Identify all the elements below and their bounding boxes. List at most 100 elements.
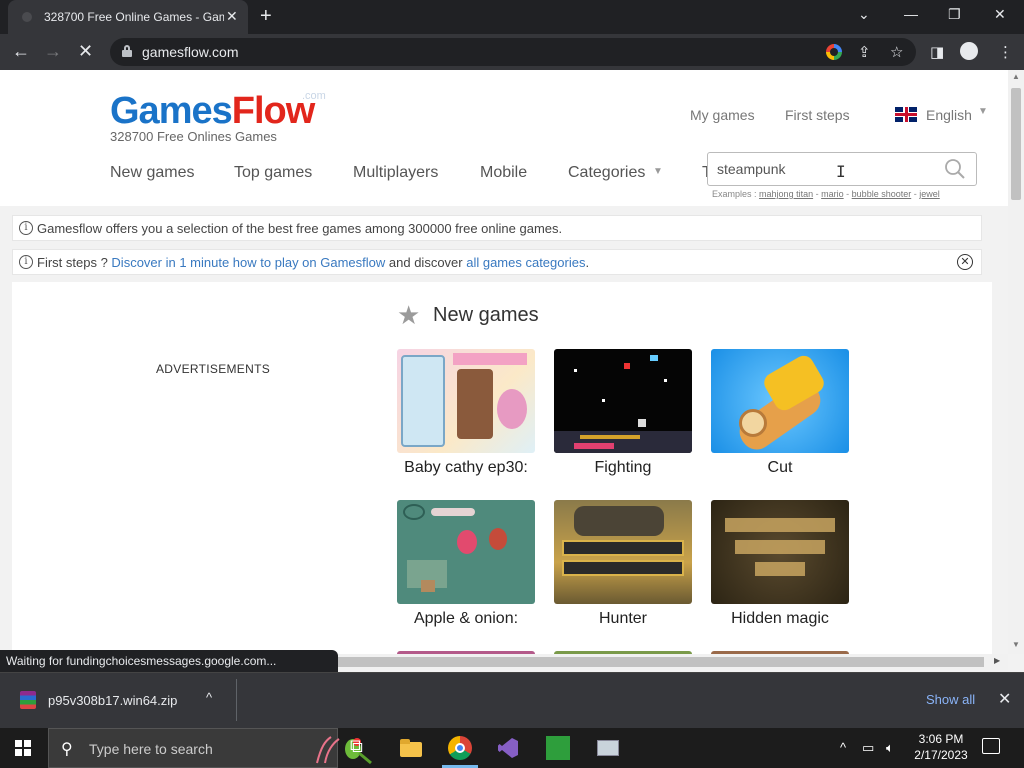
notice-text: First steps ? Discover in 1 minute how t… [37,255,590,270]
tab-search-icon[interactable]: ⌄ [858,6,870,23]
side-panel-icon[interactable]: ◨ [930,43,944,61]
language-selector[interactable]: English [926,107,972,123]
page-viewport: GamesFlow .com 328700 Free Onlines Games… [0,70,1008,654]
new-games-panel: ★ New games ADVERTISEMENTS Baby cathy ep… [12,282,992,654]
file-explorer-icon[interactable] [399,736,423,760]
scrollbar-thumb[interactable] [1011,88,1021,200]
game-card[interactable]: Apple & onion: [397,500,535,628]
game-title[interactable]: Hidden magic [711,610,849,628]
profile-avatar[interactable] [960,42,978,60]
windows-taskbar: ⚲ Type here to search ⧉ ^ ▭ 🔈︎ 3:06 PM 2… [0,728,1024,768]
bookmark-star-icon[interactable]: ☆ [890,43,903,61]
network-icon[interactable]: ▭ [862,740,874,756]
horizontal-scrollbar[interactable]: ▶ [338,654,1008,670]
browser-tab[interactable]: 328700 Free Online Games - Gam ✕ [8,0,248,34]
game-thumbnail[interactable] [554,500,692,604]
menu-mobile[interactable]: Mobile [480,164,527,182]
discover-link[interactable]: Discover in 1 minute how to play on Game… [111,255,385,270]
new-tab-button[interactable]: + [260,5,272,28]
volume-icon[interactable]: 🔈︎ [886,740,894,756]
chrome-icon[interactable] [448,736,472,760]
system-monitor-icon[interactable] [596,736,620,760]
chevron-down-icon[interactable]: ▼ [653,166,663,177]
divider [236,679,237,721]
ads-label: ADVERTISEMENTS [156,362,270,376]
download-shelf: p95v308b17.win64.zip ^ Show all ✕ [0,672,1024,728]
tab-close-icon[interactable]: ✕ [226,8,238,25]
info-icon: i [19,255,33,269]
menu-categories[interactable]: Categories [568,164,645,182]
search-value[interactable]: steampunk [717,161,785,177]
game-title[interactable]: Cut [711,459,849,477]
taskbar-search-input[interactable]: ⚲ Type here to search [48,728,372,768]
browser-toolbar: ← → ✕ gamesflow.com ⇪ ☆ ◨ ⋮ [0,34,1024,70]
lock-icon[interactable] [122,45,132,57]
example-link[interactable]: mario [821,189,844,199]
game-card[interactable]: Cut [711,349,849,477]
menu-multiplayers[interactable]: Multiplayers [353,164,438,182]
game-title[interactable]: Baby cathy ep30: [397,459,535,477]
share-icon[interactable]: ⇪ [858,43,871,61]
game-card[interactable]: Fighting [554,349,692,477]
forward-button[interactable]: → [44,42,62,60]
windows-start-icon[interactable] [15,740,31,756]
search-icon[interactable] [944,158,966,180]
game-thumbnail[interactable] [397,349,535,453]
kebab-menu-icon[interactable]: ⋮ [998,43,1013,61]
site-logo[interactable]: GamesFlow [110,90,315,133]
stop-loading-button[interactable]: ✕ [78,42,93,60]
window-close-button[interactable]: ✕ [994,6,1006,23]
scrollbar-thumb[interactable] [338,657,984,667]
search-placeholder[interactable]: Type here to search [89,741,213,757]
my-games-link[interactable]: My games [690,107,755,123]
url-text[interactable]: gamesflow.com [142,44,238,60]
chevron-down-icon[interactable]: ▼ [978,106,988,117]
chevron-up-icon[interactable]: ^ [206,690,212,705]
example-link[interactable]: bubble shooter [852,189,912,199]
game-card[interactable]: Hidden magic [711,500,849,628]
minimize-button[interactable]: — [904,6,918,22]
info-icon: i [19,221,33,235]
task-view-icon[interactable]: ⧉ [350,736,374,760]
notification-center-icon[interactable] [982,738,1000,754]
chevron-up-icon[interactable]: ^ [840,740,846,755]
menu-top-games[interactable]: Top games [234,164,312,182]
close-shelf-icon[interactable]: ✕ [998,689,1011,709]
game-thumbnail[interactable] [711,349,849,453]
vertical-scrollbar[interactable]: ▲ ▼ [1008,70,1024,654]
game-thumbnail[interactable] [397,500,535,604]
scroll-right-arrow-icon[interactable]: ▶ [994,656,1000,665]
info-notice: i Gamesflow offers you a selection of th… [12,215,982,241]
status-bubble: Waiting for fundingchoicesmessages.googl… [0,650,338,672]
uk-flag-icon[interactable] [895,107,917,122]
restore-button[interactable]: ❐ [948,6,961,23]
game-title[interactable]: Apple & onion: [397,610,535,628]
game-thumbnail[interactable] [554,349,692,453]
game-card[interactable]: Baby cathy ep30: [397,349,535,477]
loading-spinner-icon [20,10,34,24]
example-link[interactable]: jewel [919,189,940,199]
winrar-file-icon[interactable] [20,691,36,709]
categories-link[interactable]: all games categories [466,255,585,270]
game-title[interactable]: Hunter [554,610,692,628]
game-thumbnail[interactable] [711,500,849,604]
status-text: Waiting for fundingchoicesmessages.googl… [6,654,277,668]
clock-date: 2/17/2023 [914,748,968,762]
google-icon[interactable] [826,44,842,60]
menu-new-games[interactable]: New games [110,164,194,182]
example-link[interactable]: mahjong titan [759,189,813,199]
game-card[interactable]: Hunter [554,500,692,628]
app-icon[interactable] [546,736,570,760]
scroll-up-arrow-icon[interactable]: ▲ [1012,72,1020,81]
download-filename[interactable]: p95v308b17.win64.zip [48,693,177,708]
taskbar-clock[interactable]: 3:06 PM 2/17/2023 [906,731,976,763]
show-all-button[interactable]: Show all [926,692,975,707]
game-title[interactable]: Fighting [554,459,692,477]
hunter-logo-art [562,540,684,556]
visual-studio-icon[interactable] [496,736,520,760]
scroll-down-arrow-icon[interactable]: ▼ [1012,640,1020,649]
close-notice-icon[interactable]: ✕ [957,254,973,270]
back-button[interactable]: ← [12,42,30,60]
first-steps-link[interactable]: First steps [785,107,850,123]
address-bar[interactable]: gamesflow.com ⇪ ☆ [110,38,916,66]
